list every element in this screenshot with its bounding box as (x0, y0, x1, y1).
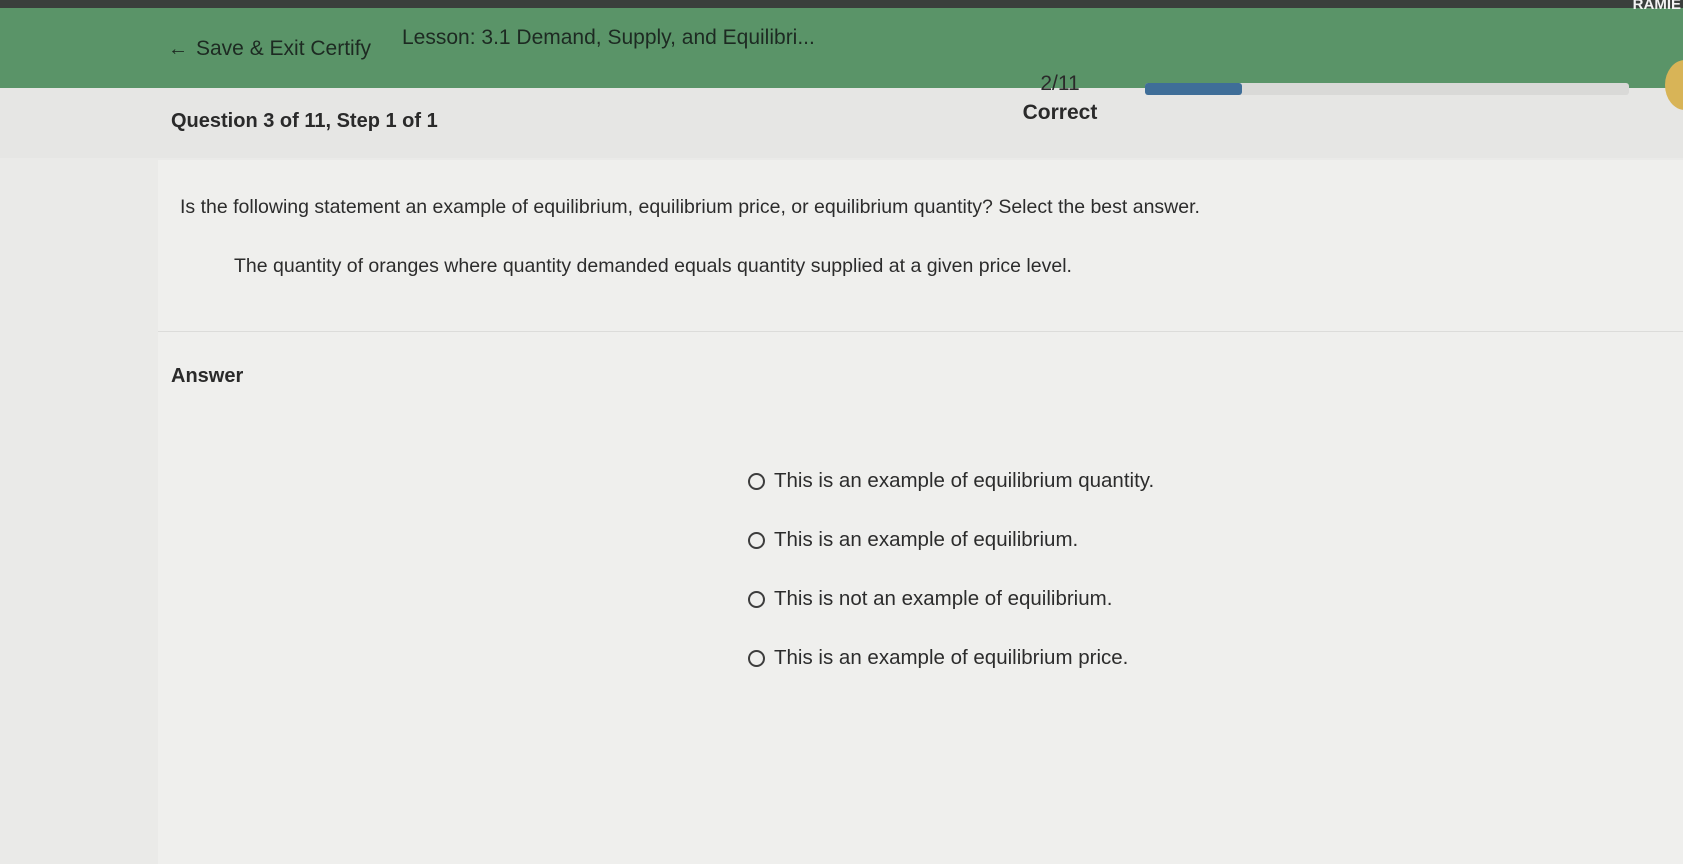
answer-option-label: This is an example of equilibrium quanti… (774, 469, 1155, 492)
answer-option-label: This is an example of equilibrium. (774, 528, 1079, 551)
question-label: Question 3 of 11, Step 1 of 1 (171, 110, 438, 132)
save-exit-button[interactable]: ← Save & Exit Certify (160, 34, 379, 64)
answer-option[interactable]: This is an example of equilibrium price. (748, 643, 1248, 673)
progress-bar (1145, 83, 1629, 95)
answer-option-label: This is not an example of equilibrium. (774, 587, 1113, 610)
radio-icon[interactable] (748, 531, 765, 549)
top-bar: ← Save & Exit Certify Lesson: 3.1 Demand… (0, 0, 1683, 88)
answer-options: This is an example of equilibrium quanti… (748, 466, 1248, 702)
progress-status: Correct (1022, 101, 1098, 124)
answer-option[interactable]: This is not an example of equilibrium. (748, 584, 1248, 614)
arrow-left-icon: ← (168, 38, 188, 60)
question-prompt: Is the following statement an example of… (180, 196, 1200, 218)
progress-bar-fill (1145, 83, 1242, 95)
radio-icon[interactable] (748, 649, 765, 667)
save-exit-label: Save & Exit Certify (196, 37, 372, 60)
answer-option[interactable]: This is an example of equilibrium. (748, 525, 1248, 555)
user-name[interactable]: RAMIE (1633, 0, 1681, 13)
question-statement: The quantity of oranges where quantity d… (234, 255, 1072, 277)
top-strip (0, 0, 1683, 8)
progress-count: 2/11 (1040, 72, 1080, 95)
lesson-title: Lesson: 3.1 Demand, Supply, and Equilibr… (402, 26, 815, 49)
radio-icon[interactable] (748, 590, 765, 608)
answer-label: Answer (171, 365, 244, 387)
radio-icon[interactable] (748, 472, 765, 490)
answer-option[interactable]: This is an example of equilibrium quanti… (748, 466, 1248, 496)
divider (158, 331, 1683, 332)
answer-option-label: This is an example of equilibrium price. (774, 646, 1129, 669)
